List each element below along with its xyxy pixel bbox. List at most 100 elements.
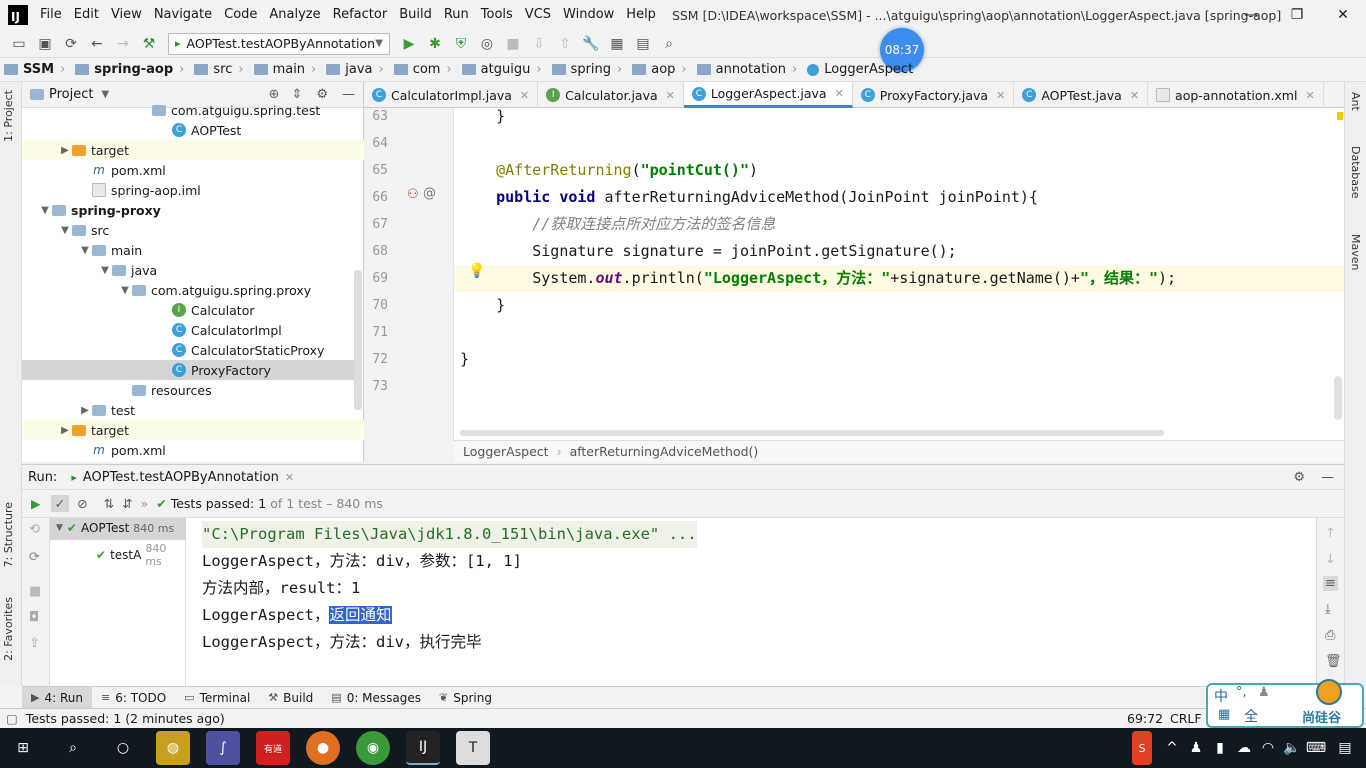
maven-tool-tab[interactable]: Maven	[1349, 234, 1362, 270]
scroll-to-end-icon[interactable]: ⤓	[1325, 602, 1331, 617]
toggle-auto-test-icon[interactable]: ⟳	[29, 550, 40, 565]
down-arrow-icon[interactable]: ↓	[1325, 552, 1336, 567]
intention-bulb-icon[interactable]: 💡	[468, 263, 485, 279]
gear-icon[interactable]: ⚙	[1293, 470, 1305, 485]
open-folder-icon[interactable]: ▭	[8, 33, 30, 55]
punctuation-icon[interactable]: °,	[1236, 685, 1247, 700]
test-case-row[interactable]: ✔ testA 840 ms	[96, 542, 185, 568]
chevron-down-icon[interactable]: ▼	[58, 225, 72, 236]
tree-item[interactable]: ▼ main	[78, 240, 142, 260]
close-icon[interactable]: ✕	[1320, 0, 1366, 30]
test-suite-row[interactable]: ▼ ✔ AOPTest 840 ms	[56, 521, 174, 535]
menu-edit[interactable]: Edit	[68, 0, 105, 30]
show-ignored-icon[interactable]: ⊘	[77, 496, 87, 511]
youdao-icon[interactable]: 有道	[256, 731, 290, 765]
chevron-right-icon[interactable]: ▶	[78, 405, 92, 416]
menu-view[interactable]: View	[105, 0, 148, 30]
user-icon[interactable]: ♟	[1258, 685, 1270, 700]
ime-full-width[interactable]: 全	[1244, 706, 1258, 726]
menu-build[interactable]: Build	[393, 0, 438, 30]
tray-user-icon[interactable]: ♟	[1187, 731, 1205, 765]
bottom-tab[interactable]: ❦ Spring	[430, 687, 501, 709]
stop-icon[interactable]: ■	[502, 33, 524, 55]
run-configuration-select[interactable]: ▸ AOPTest.testAOPByAnnotation ▼	[168, 32, 390, 55]
bottom-tab[interactable]: ▤ 0: Messages	[322, 687, 430, 709]
tray-battery-icon[interactable]: ▮	[1211, 731, 1229, 765]
chevron-down-icon[interactable]: ▼	[118, 285, 132, 296]
search-icon[interactable]: ⌕	[658, 33, 680, 55]
close-tab-icon[interactable]: ✕	[1305, 89, 1314, 102]
nav-crumb[interactable]: main ›	[250, 62, 323, 77]
rerun-icon[interactable]: ▶	[31, 496, 41, 511]
soft-wrap-icon[interactable]: ≡	[1323, 576, 1338, 591]
tree-item[interactable]: ▼ com.atguigu.spring.proxy	[118, 280, 311, 300]
tree-item[interactable]: ▼ java	[98, 260, 157, 280]
editor-tab[interactable]: C AOPTest.java ✕	[1014, 82, 1149, 108]
tray-up-arrow-icon[interactable]: ^	[1163, 731, 1181, 765]
tree-item[interactable]: ▶ test	[78, 400, 135, 420]
save-icon[interactable]: ▣	[34, 33, 56, 55]
status-message[interactable]: Tests passed: 1 (2 minutes ago)	[26, 711, 225, 726]
ant-tool-tab[interactable]: Ant	[1349, 92, 1362, 111]
line-separator[interactable]: CRLF	[1170, 711, 1202, 726]
tray-cloud-icon[interactable]: ☁	[1235, 731, 1253, 765]
advice-marker-icon[interactable]: ⚇	[407, 187, 419, 202]
back-icon[interactable]: ←	[86, 33, 108, 55]
nav-crumb[interactable]: com ›	[390, 62, 458, 77]
editor-vertical-scrollbar[interactable]	[1334, 376, 1342, 420]
tree-item[interactable]: resources	[118, 380, 212, 400]
more-icon[interactable]: »	[141, 496, 149, 511]
project-tool-tab[interactable]: 1: Project	[2, 90, 15, 142]
export-icon[interactable]: ⇪	[29, 636, 40, 651]
tree-item[interactable]: com.atguigu.spring.test	[138, 100, 320, 120]
stop-icon[interactable]: ■	[29, 584, 41, 599]
trash-icon[interactable]: 🗑	[1325, 654, 1342, 669]
chevron-down-icon[interactable]: ▼	[98, 265, 112, 276]
editor-tab[interactable]: C LoggerAspect.java ✕	[683, 82, 853, 108]
breadcrumb-method[interactable]: afterReturningAdviceMethod()	[570, 444, 759, 459]
chevron-right-icon[interactable]: ▶	[58, 425, 72, 436]
menu-tools[interactable]: Tools	[475, 0, 519, 30]
tree-item[interactable]: I Calculator	[158, 300, 254, 320]
close-tab-icon[interactable]: ✕	[996, 89, 1005, 102]
close-tab-icon[interactable]: ✕	[666, 89, 675, 102]
update-icon[interactable]: ⇩	[528, 33, 550, 55]
menu-analyze[interactable]: Analyze	[263, 0, 326, 30]
app-icon[interactable]: ∫	[206, 731, 240, 765]
build-hammer-icon[interactable]: ⚒	[138, 33, 160, 55]
menu-help[interactable]: Help	[620, 0, 662, 30]
tree-item[interactable]: ▶ target	[58, 140, 129, 160]
ime-mode[interactable]: 中	[1214, 686, 1228, 706]
profile-icon[interactable]: ◎	[476, 33, 498, 55]
attach-icon[interactable]: ⇧	[554, 33, 576, 55]
settings-wrench-icon[interactable]: 🔧	[580, 33, 602, 55]
nav-crumb[interactable]: LoggerAspect	[803, 62, 919, 77]
console-output[interactable]: "C:\Program Files\Java\jdk1.8.0_151\bin\…	[186, 518, 1316, 686]
show-passed-icon[interactable]: ✓	[50, 495, 70, 512]
editor-tab[interactable]: C CalculatorImpl.java ✕	[364, 82, 539, 108]
project-scrollbar[interactable]	[354, 270, 362, 410]
chevron-down-icon[interactable]: ▼	[101, 89, 109, 100]
hide-panel-icon[interactable]: —	[1321, 470, 1334, 485]
nav-crumb[interactable]: atguigu ›	[458, 62, 548, 77]
forward-icon[interactable]: →	[112, 33, 134, 55]
layout-icon[interactable]: ▤	[632, 33, 654, 55]
sort-duration-icon[interactable]: ⇵	[122, 496, 132, 511]
favorites-tool-tab[interactable]: 2: Favorites	[2, 597, 15, 661]
menu-run[interactable]: Run	[438, 0, 475, 30]
minimize-icon[interactable]: —	[1228, 0, 1274, 30]
warning-stripe-marker[interactable]	[1337, 112, 1343, 120]
editor-tab[interactable]: I Calculator.java ✕	[538, 82, 684, 108]
menu-vcs[interactable]: VCS	[519, 0, 557, 30]
tree-item[interactable]: ▼ spring-proxy	[38, 200, 161, 220]
nav-crumb[interactable]: java ›	[322, 62, 389, 77]
menu-window[interactable]: Window	[557, 0, 620, 30]
tree-item[interactable]: C CalculatorStaticProxy	[158, 340, 324, 360]
chrome-icon[interactable]: ◉	[356, 731, 390, 765]
sort-alpha-icon[interactable]: ⇅	[104, 496, 114, 511]
windows-start-icon[interactable]: ⊞	[6, 731, 40, 765]
app-icon[interactable]: ◍	[156, 731, 190, 765]
tree-item[interactable]: spring-aop.iml	[78, 180, 201, 200]
run-icon[interactable]: ▶	[398, 33, 420, 55]
menu-navigate[interactable]: Navigate	[148, 0, 218, 30]
